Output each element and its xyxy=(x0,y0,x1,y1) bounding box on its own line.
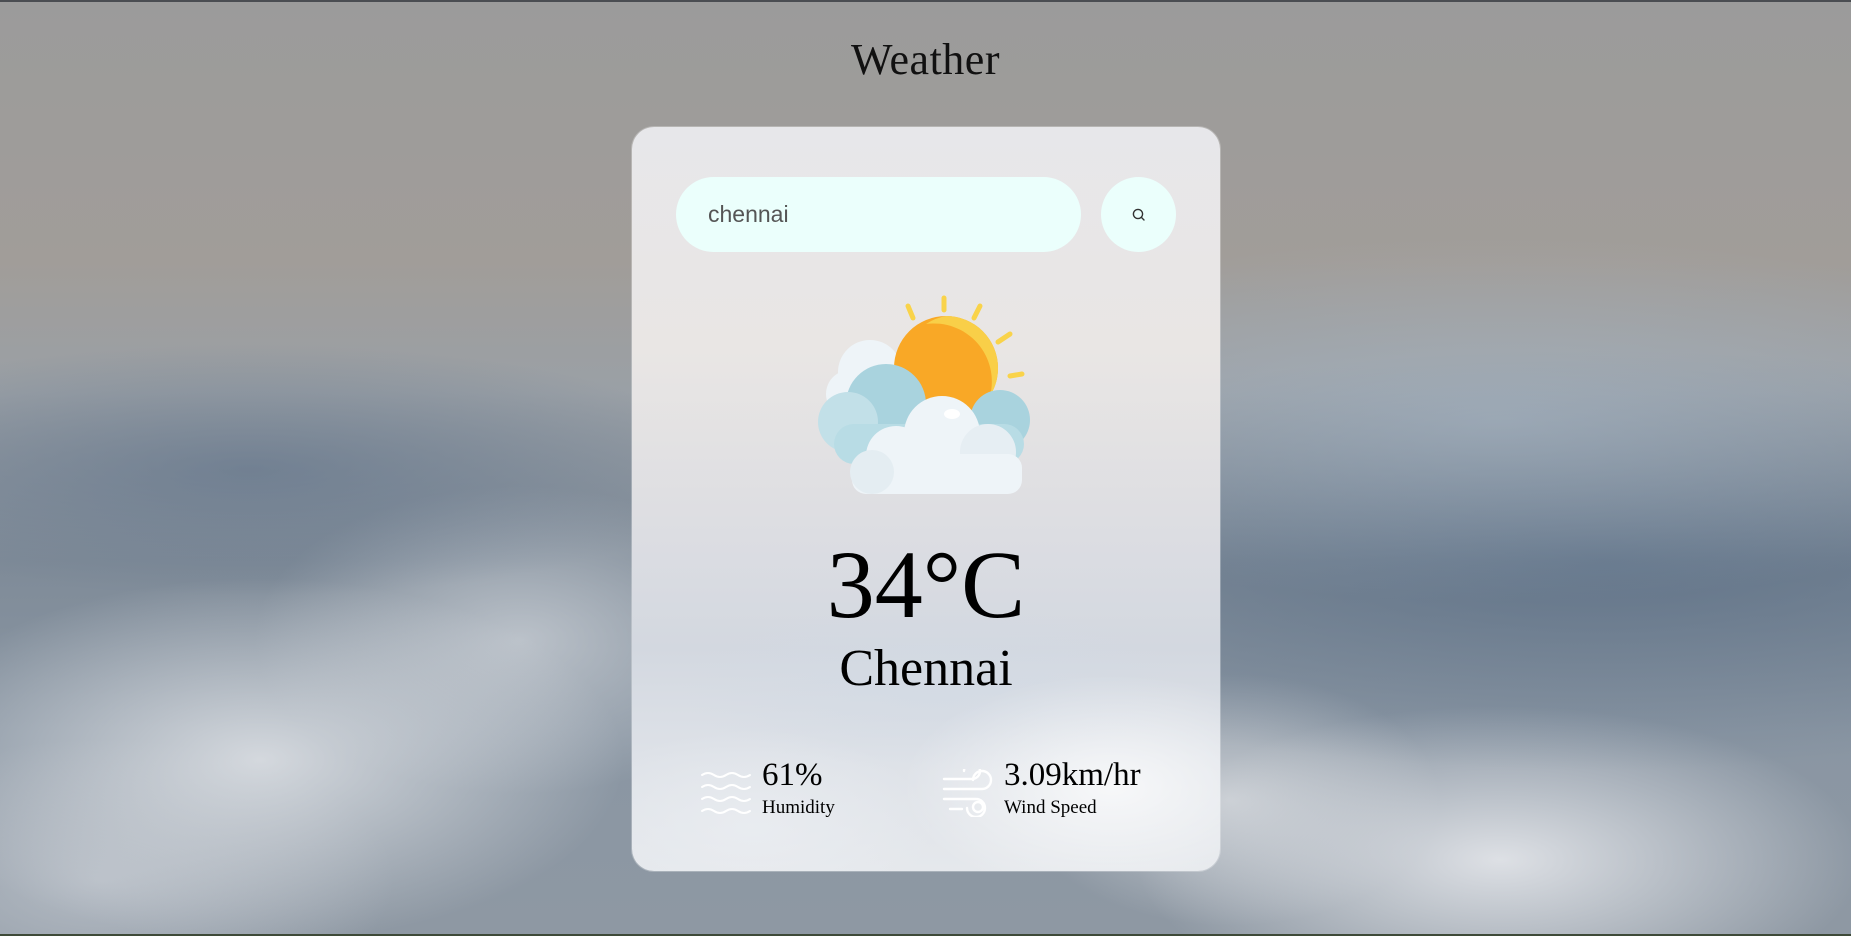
search-input[interactable] xyxy=(676,177,1081,252)
weather-details: 61% Humidity 3.09km/hr Wind Speed xyxy=(632,757,1220,827)
humidity-waves-icon xyxy=(701,772,751,814)
wind-value: 3.09km/hr xyxy=(1004,757,1141,793)
page-title: Weather xyxy=(851,35,1000,84)
humidity-value: 61% xyxy=(762,757,823,793)
wind-icon xyxy=(942,769,993,817)
humidity-label: Humidity xyxy=(762,797,835,818)
city-name: Chennai xyxy=(839,640,1013,697)
search-icon xyxy=(1132,208,1145,221)
weather-card: 34°C Chennai 61% Humidity xyxy=(632,127,1220,871)
wind-label: Wind Speed xyxy=(1004,797,1097,818)
sun-behind-clouds-icon xyxy=(818,295,1030,494)
search-bar xyxy=(676,177,1176,252)
temperature: 34°C xyxy=(826,531,1026,638)
search-button[interactable] xyxy=(1101,177,1176,252)
top-border xyxy=(0,0,1851,2)
